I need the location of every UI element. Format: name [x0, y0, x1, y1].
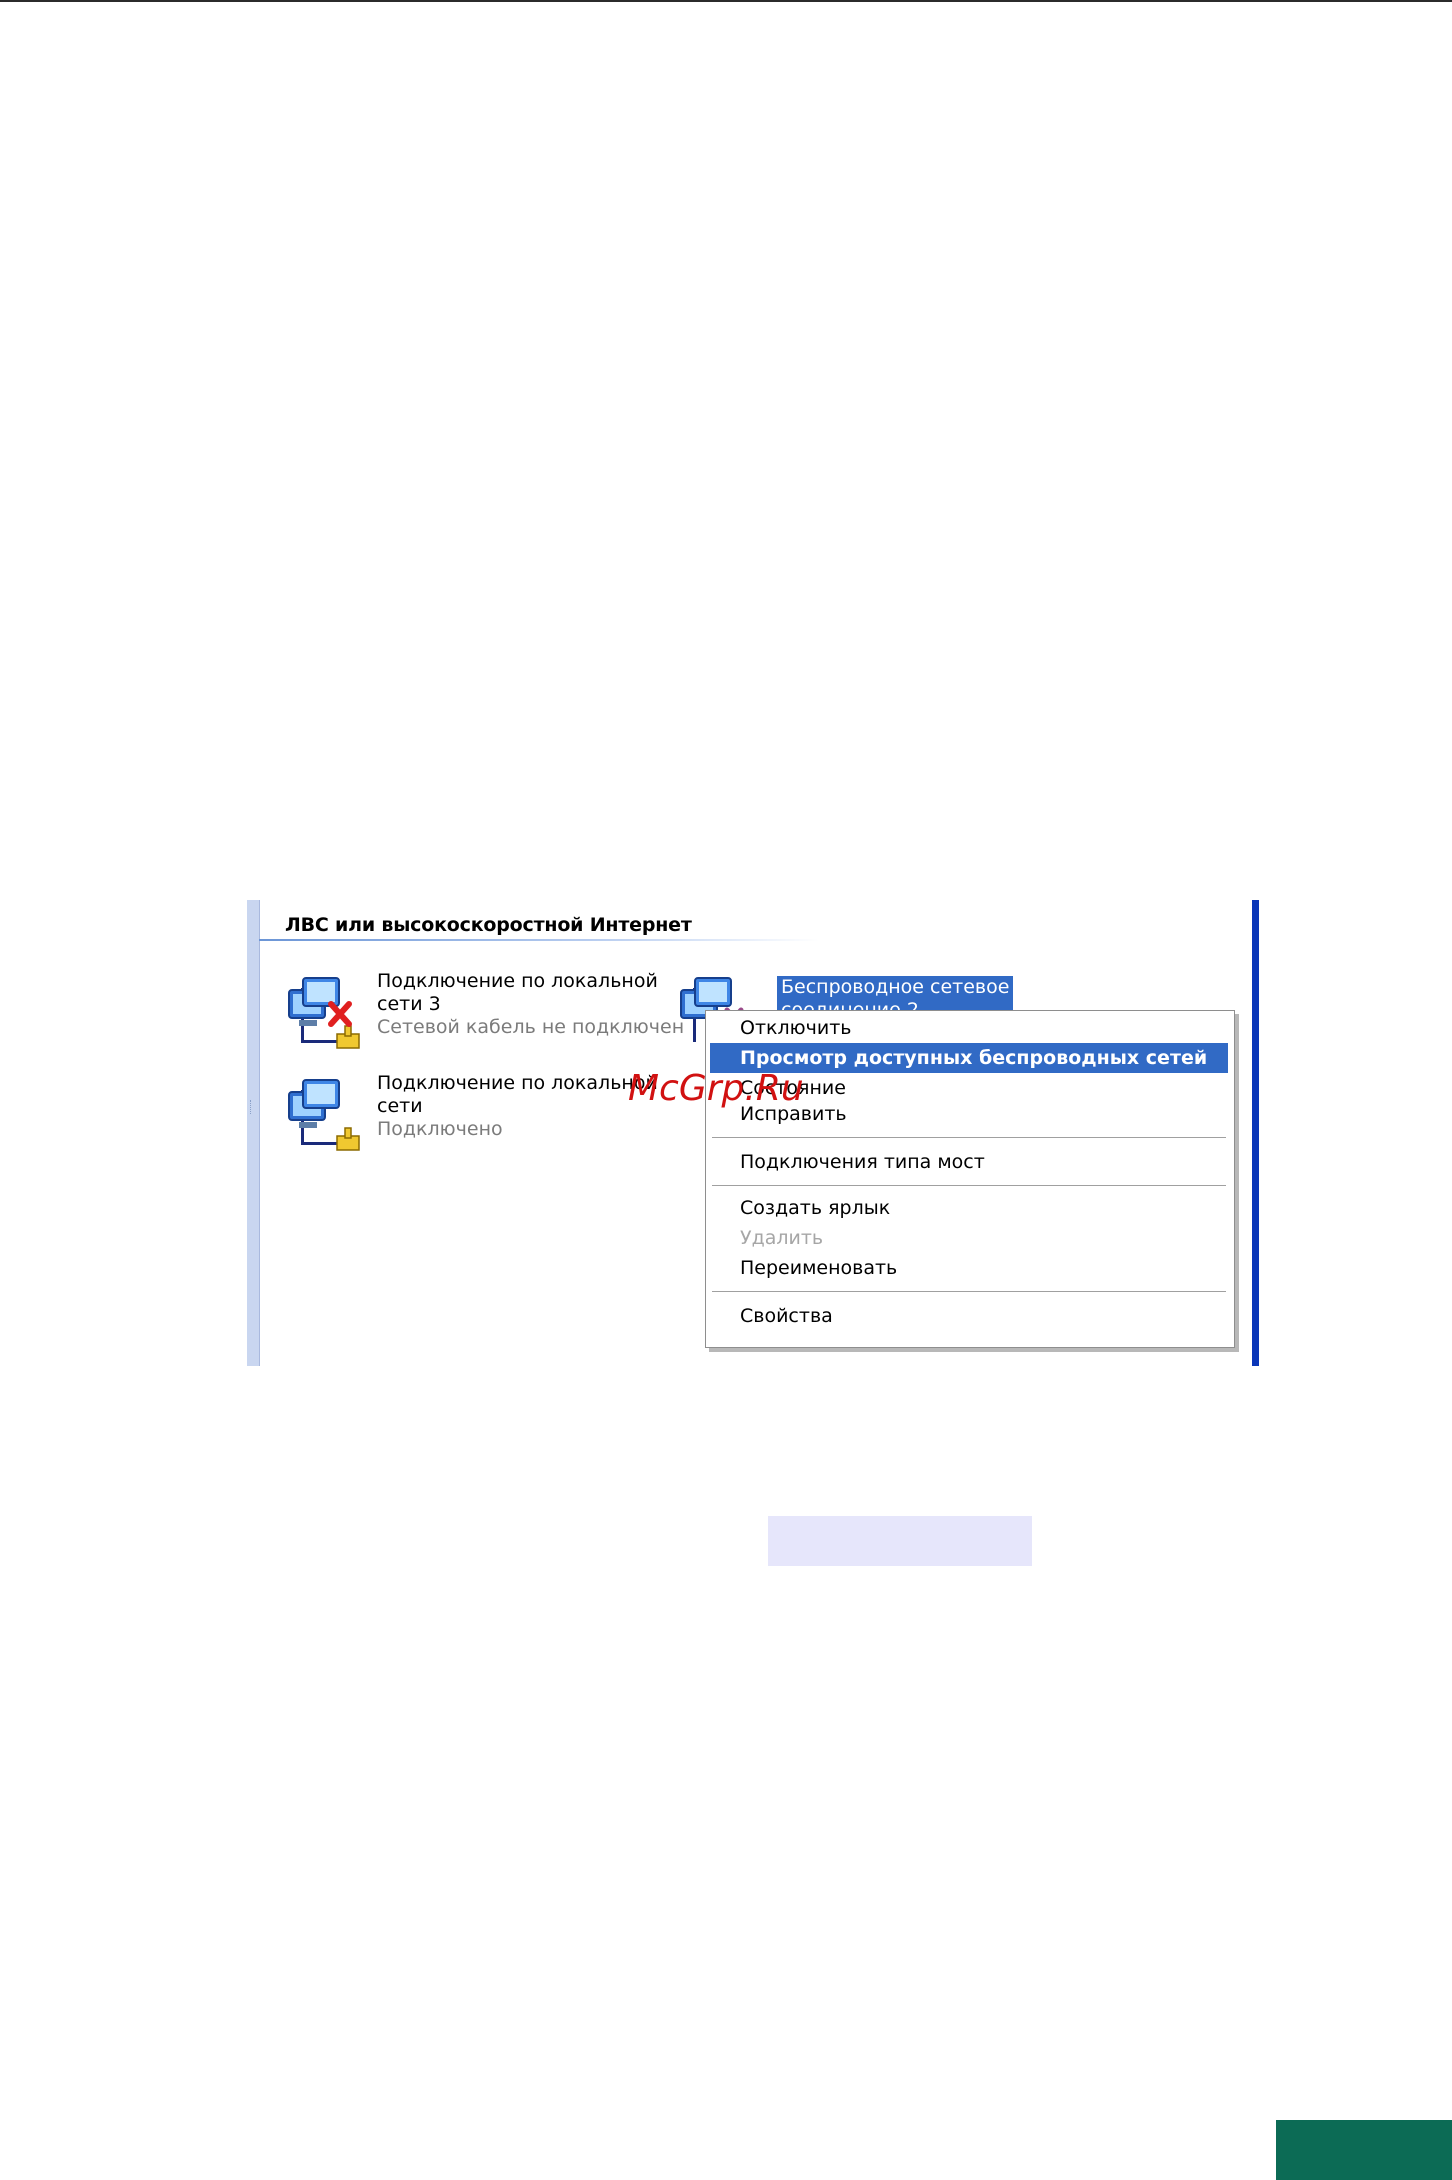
menu-item-disconnect[interactable]: Отключить — [710, 1013, 1228, 1043]
top-rule — [0, 0, 1452, 2]
splitter-grip[interactable] — [250, 1100, 255, 1114]
highlight-block — [768, 1516, 1032, 1566]
network-connection-icon — [288, 977, 360, 1049]
menu-separator — [712, 1291, 1226, 1293]
menu-item-properties[interactable]: Свойства — [710, 1301, 1228, 1331]
connection-status: Сетевой кабель не подключен — [377, 1016, 685, 1038]
context-menu: Отключить Просмотр доступных беспроводны… — [705, 1010, 1235, 1348]
wireless-name-line1: Беспроводное сетевое — [781, 976, 1010, 998]
window-right-border — [1252, 900, 1259, 1366]
connection-status: Подключено — [377, 1118, 503, 1140]
network-connection-icon — [288, 1079, 360, 1151]
menu-item-bridge-connections[interactable]: Подключения типа мост — [710, 1147, 1228, 1177]
connection-name-line2: сети 3 — [377, 993, 441, 1015]
menu-item-create-shortcut[interactable]: Создать ярлык — [710, 1193, 1228, 1223]
menu-separator — [712, 1185, 1226, 1187]
connection-lan-3[interactable]: Подключение по локальной сети 3 Сетевой … — [285, 970, 705, 1060]
connection-name-line1: Подключение по локальной — [377, 1072, 658, 1094]
page-badge — [1276, 2120, 1452, 2180]
group-heading: ЛВС или высокоскоростной Интернет — [285, 914, 692, 936]
connection-name-line1: Подключение по локальной — [377, 970, 658, 992]
group-heading-rule — [259, 939, 819, 941]
task-pane-edge[interactable] — [247, 900, 260, 1366]
watermark: McGrp.Ru — [628, 1068, 804, 1109]
red-x-icon — [328, 1001, 352, 1027]
network-connections-window: ЛВС или высокоскоростной Интернет Подклю… — [247, 900, 1259, 1366]
menu-separator — [712, 1137, 1226, 1139]
menu-item-delete: Удалить — [740, 1227, 824, 1249]
menu-item-rename[interactable]: Переименовать — [710, 1253, 1228, 1283]
connection-name-line2: сети — [377, 1095, 423, 1117]
